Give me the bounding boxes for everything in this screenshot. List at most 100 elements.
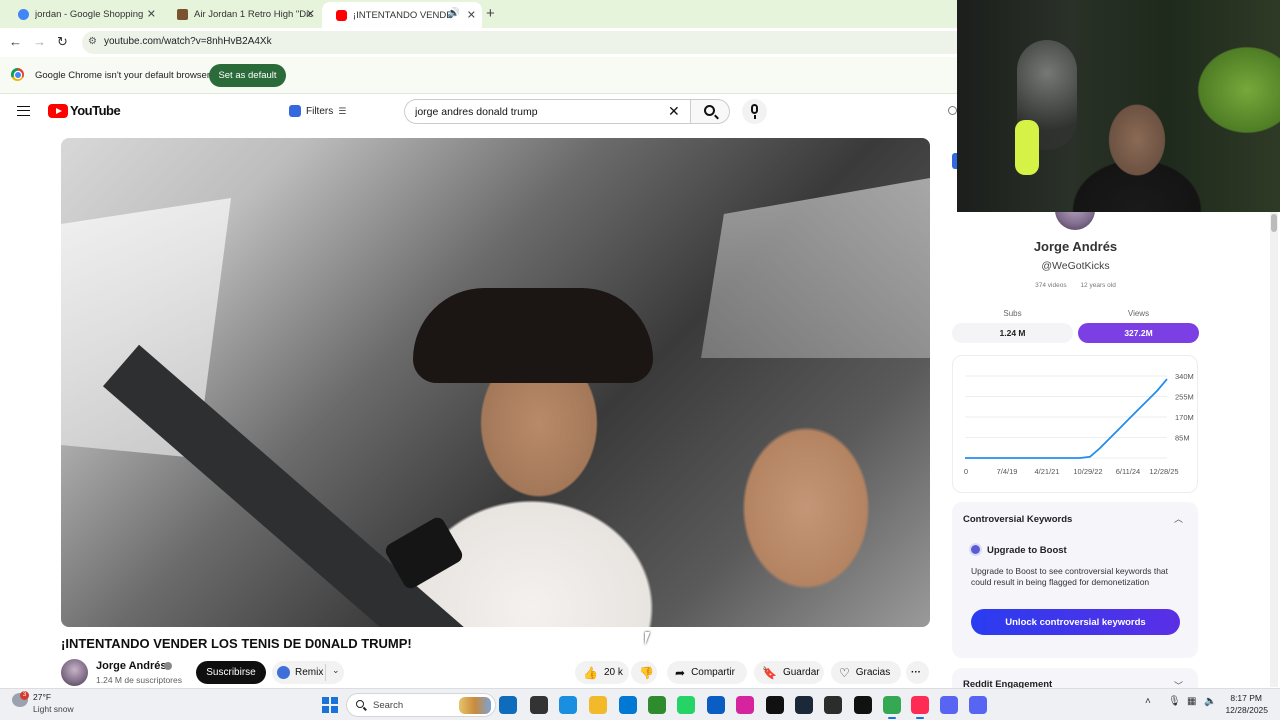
dislike-button[interactable]: 👎 bbox=[631, 661, 657, 684]
discord-alt-icon[interactable] bbox=[940, 696, 958, 714]
views-tab[interactable]: 327.2M bbox=[1078, 323, 1199, 343]
channel-avatar[interactable] bbox=[61, 659, 88, 686]
clock-time[interactable]: 8:17 PM bbox=[1222, 693, 1262, 703]
y-tick-label: 340M bbox=[1175, 372, 1194, 381]
subs-tab[interactable]: 1.24 M bbox=[952, 323, 1073, 343]
youtube-logo-icon[interactable] bbox=[48, 104, 68, 118]
weather-description[interactable]: Light snow bbox=[33, 704, 74, 714]
remix-label: Remix bbox=[295, 667, 324, 678]
steam-icon[interactable] bbox=[795, 696, 813, 714]
chrome-icon[interactable] bbox=[883, 696, 901, 719]
speaker-icon[interactable]: 🔊 bbox=[448, 8, 460, 19]
discord-icon[interactable] bbox=[969, 696, 987, 714]
new-tab-icon[interactable]: + bbox=[486, 5, 495, 22]
unlock-keywords-button[interactable]: Unlock controversial keywords bbox=[971, 609, 1180, 635]
remix-button[interactable]: Remix ⌄ bbox=[272, 661, 344, 684]
share-button[interactable]: ➦ Compartir bbox=[667, 661, 747, 684]
voice-search-button[interactable] bbox=[742, 99, 767, 124]
dark-app-icon[interactable] bbox=[854, 696, 872, 714]
keywords-title[interactable]: Controversial Keywords bbox=[963, 514, 1072, 525]
subs-label: Subs bbox=[1003, 309, 1022, 318]
tab-youtube-video[interactable]: ¡INTENTANDO VENDER LOS 🔊 ✕ bbox=[322, 2, 482, 28]
close-tab-icon[interactable]: ✕ bbox=[147, 8, 156, 21]
more-actions-button[interactable]: ··· bbox=[906, 661, 929, 684]
sidebar-channel-handle: @WeGotKicks bbox=[1041, 260, 1110, 272]
infobar-message: Google Chrome isn't your default browser bbox=[35, 70, 211, 81]
store-icon[interactable] bbox=[707, 696, 725, 714]
clock-date[interactable]: 12/28/2025 bbox=[1222, 705, 1268, 715]
start-button[interactable] bbox=[322, 697, 338, 713]
weather-temperature[interactable]: 27°F bbox=[33, 692, 51, 702]
thanks-label: Gracias bbox=[855, 667, 891, 678]
like-button[interactable]: 👍 20 k bbox=[575, 661, 629, 684]
tiktok-icon[interactable] bbox=[766, 696, 784, 714]
tab-label: ¡INTENTANDO VENDER LOS bbox=[353, 9, 453, 21]
tab-google-shopping[interactable]: jordan - Google Shopping ✕ bbox=[4, 2, 162, 26]
taskbar-search[interactable]: Search bbox=[346, 693, 496, 717]
verified-badge-icon bbox=[164, 662, 172, 670]
y-tick-label: 170M bbox=[1175, 413, 1194, 422]
tab-label: Air Jordan 1 Retro High "Dior" G bbox=[194, 8, 312, 20]
file-explorer-icon[interactable] bbox=[530, 696, 548, 714]
folder-icon[interactable] bbox=[589, 696, 607, 714]
tab-air-jordan[interactable]: Air Jordan 1 Retro High "Dior" G ✕ bbox=[163, 2, 321, 26]
edge-icon[interactable] bbox=[499, 696, 517, 714]
like-count: 20 k bbox=[603, 667, 623, 678]
windows-taskbar: 3 27°F Light snow Search ˄ 🎙 ▦ 🔈 8:17 PM… bbox=[0, 688, 1280, 720]
save-label: Guardar bbox=[782, 667, 820, 678]
y-tick-label: 85M bbox=[1175, 434, 1190, 443]
xbox-icon[interactable] bbox=[648, 696, 666, 714]
instagram-icon[interactable] bbox=[736, 696, 754, 714]
back-icon[interactable]: ← bbox=[9, 34, 22, 49]
search-input[interactable] bbox=[404, 99, 692, 124]
video-player[interactable] bbox=[61, 138, 930, 627]
volume-icon[interactable]: 🔈 bbox=[1204, 696, 1216, 707]
search-icon bbox=[704, 105, 715, 116]
x-tick-label: 4/21/21 bbox=[1034, 467, 1059, 476]
views-series-line bbox=[965, 378, 1168, 459]
share-label: Compartir bbox=[691, 667, 735, 678]
subscriber-count: 1.24 M de suscriptores bbox=[96, 675, 182, 685]
remix-icon bbox=[277, 666, 290, 679]
microphone-icon[interactable]: 🎙 bbox=[1168, 696, 1181, 707]
channel-age: 12 years old bbox=[1080, 282, 1116, 289]
video-count: 374 videos bbox=[1035, 282, 1067, 289]
youtube-favicon-icon bbox=[336, 9, 347, 21]
bookmark-icon: 🔖 bbox=[762, 665, 777, 680]
close-tab-icon[interactable]: ✕ bbox=[467, 9, 476, 22]
sidebar-channel-meta: 374 videos 12 years old bbox=[941, 282, 1210, 289]
car-window-right bbox=[701, 178, 930, 358]
microphone-icon bbox=[751, 104, 758, 114]
filter-extension-icon bbox=[289, 105, 301, 117]
chevron-down-icon[interactable]: ⌄ bbox=[332, 665, 340, 676]
network-icon[interactable]: ▦ bbox=[1187, 696, 1196, 707]
chrome-alt-icon[interactable] bbox=[824, 696, 842, 714]
menu-icon[interactable] bbox=[17, 106, 30, 116]
clear-search-icon[interactable]: ✕ bbox=[668, 103, 680, 120]
boost-icon bbox=[971, 545, 980, 554]
save-button[interactable]: 🔖 Guardar bbox=[754, 661, 824, 684]
vscode-icon[interactable] bbox=[619, 696, 637, 714]
reload-icon[interactable]: ↻ bbox=[57, 34, 68, 50]
subscribe-button[interactable]: Suscribirse bbox=[196, 661, 266, 684]
history-icon[interactable] bbox=[948, 106, 957, 115]
x-tick-label: 10/29/22 bbox=[1073, 467, 1102, 476]
channel-name[interactable]: Jorge Andrés bbox=[96, 660, 167, 672]
youtube-logo-text[interactable]: YouTube bbox=[70, 103, 121, 118]
url-text[interactable]: youtube.com/watch?v=8nhHvB2A4Xk bbox=[104, 36, 272, 47]
x-tick-label: 0 bbox=[964, 467, 968, 476]
site-info-icon[interactable]: ⚙ bbox=[88, 36, 97, 47]
filters-button[interactable]: Filters ☰ bbox=[281, 99, 351, 123]
tray-overflow-icon[interactable]: ˄ bbox=[1145, 696, 1151, 707]
boost-title: Upgrade to Boost bbox=[987, 545, 1067, 556]
search-button[interactable] bbox=[690, 99, 730, 124]
thanks-button[interactable]: ♡ Gracias bbox=[831, 661, 901, 684]
microsoft-edge-icon[interactable] bbox=[559, 696, 577, 714]
chevron-up-icon[interactable]: ︿ bbox=[1174, 512, 1183, 525]
forward-icon[interactable]: → bbox=[33, 34, 46, 49]
sidebar-scrollbar[interactable] bbox=[1270, 212, 1278, 687]
whatsapp-icon[interactable] bbox=[677, 696, 695, 714]
set-as-default-button[interactable]: Set as default bbox=[209, 64, 286, 87]
close-tab-icon[interactable]: ✕ bbox=[306, 8, 315, 21]
tiktok-live-icon[interactable] bbox=[911, 696, 929, 719]
